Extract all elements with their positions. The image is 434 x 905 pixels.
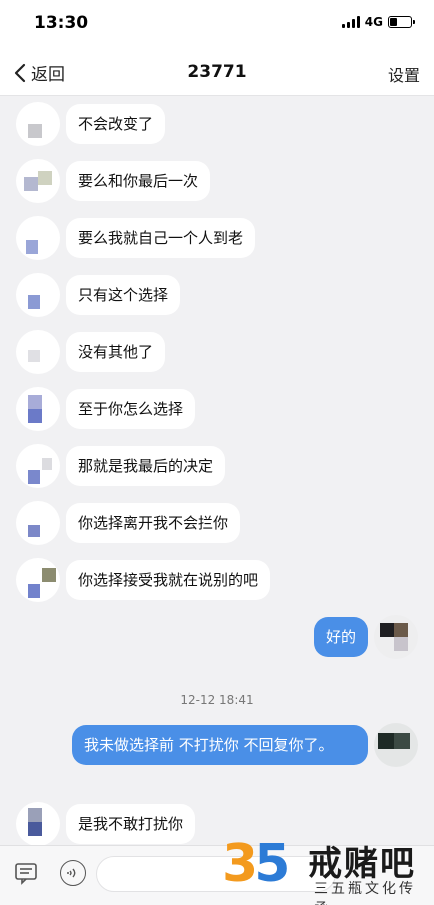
avatar[interactable] — [16, 330, 60, 374]
battery-icon — [388, 16, 415, 28]
message-bubble[interactable]: 你选择离开我不会拦你 — [66, 503, 241, 543]
avatar[interactable] — [16, 102, 60, 146]
avatar[interactable] — [16, 501, 60, 545]
watermark-logo: 35 戒赌吧 三五瓶文化传承 — [222, 830, 432, 905]
message-row: 我未做选择前 不打扰你 不回复你了。 — [72, 723, 418, 767]
avatar[interactable] — [16, 159, 60, 203]
message-row: 是我不敢打扰你 — [16, 802, 196, 845]
settings-button[interactable]: 设置 — [388, 62, 420, 86]
avatar[interactable] — [16, 216, 60, 260]
timestamp: 12-12 18:41 — [180, 693, 254, 707]
nav-bar: 返回 23771 设置 — [0, 50, 434, 96]
keyboard-icon[interactable] — [14, 861, 38, 885]
message-bubble[interactable]: 我未做选择前 不打扰你 不回复你了。 — [72, 725, 368, 765]
message-row: 不会改变了 — [16, 102, 166, 146]
avatar[interactable] — [16, 444, 60, 488]
message-row: 好的 — [313, 615, 418, 659]
message-bubble[interactable]: 不会改变了 — [66, 104, 166, 144]
avatar[interactable] — [16, 273, 60, 317]
avatar[interactable] — [374, 615, 418, 659]
avatar[interactable] — [16, 558, 60, 602]
message-row: 你选择接受我就在说别的吧 — [16, 558, 271, 602]
message-bubble[interactable]: 没有其他了 — [66, 332, 166, 372]
message-bubble[interactable]: 那就是我最后的决定 — [66, 446, 226, 486]
message-row: 至于你怎么选择 — [16, 387, 196, 431]
message-row: 你选择离开我不会拦你 — [16, 501, 241, 545]
message-row: 只有这个选择 — [16, 273, 181, 317]
message-bubble[interactable]: 是我不敢打扰你 — [66, 804, 196, 844]
message-row: 要么我就自己一个人到老 — [16, 216, 256, 260]
avatar[interactable] — [374, 723, 418, 767]
chat-title: 23771 — [187, 62, 247, 82]
message-bubble[interactable]: 要么我就自己一个人到老 — [66, 218, 256, 258]
message-bubble[interactable]: 好的 — [313, 617, 368, 657]
message-row: 那就是我最后的决定 — [16, 444, 226, 488]
message-row: 没有其他了 — [16, 330, 166, 374]
avatar[interactable] — [16, 387, 60, 431]
watermark-subtitle: 三五瓶文化传承 — [314, 881, 416, 905]
message-bubble[interactable]: 至于你怎么选择 — [66, 389, 196, 429]
voice-icon[interactable] — [60, 860, 86, 886]
chat-messages[interactable]: 不会改变了 要么和你最后一次 要么我就自己一个人到老 只有这个选择 没有其他了 … — [0, 96, 434, 845]
message-bubble[interactable]: 只有这个选择 — [66, 275, 181, 315]
status-time: 13:30 — [34, 13, 89, 33]
network-type: 4G — [364, 15, 383, 29]
signal-icon — [341, 16, 360, 28]
message-bubble[interactable]: 你选择接受我就在说别的吧 — [66, 560, 271, 600]
status-bar: 13:30 4G — [0, 0, 434, 50]
watermark-number: 35 — [222, 834, 290, 894]
status-indicators: 4G — [341, 15, 415, 29]
message-row: 要么和你最后一次 — [16, 159, 211, 203]
message-bubble[interactable]: 要么和你最后一次 — [66, 161, 211, 201]
avatar[interactable] — [16, 802, 60, 845]
